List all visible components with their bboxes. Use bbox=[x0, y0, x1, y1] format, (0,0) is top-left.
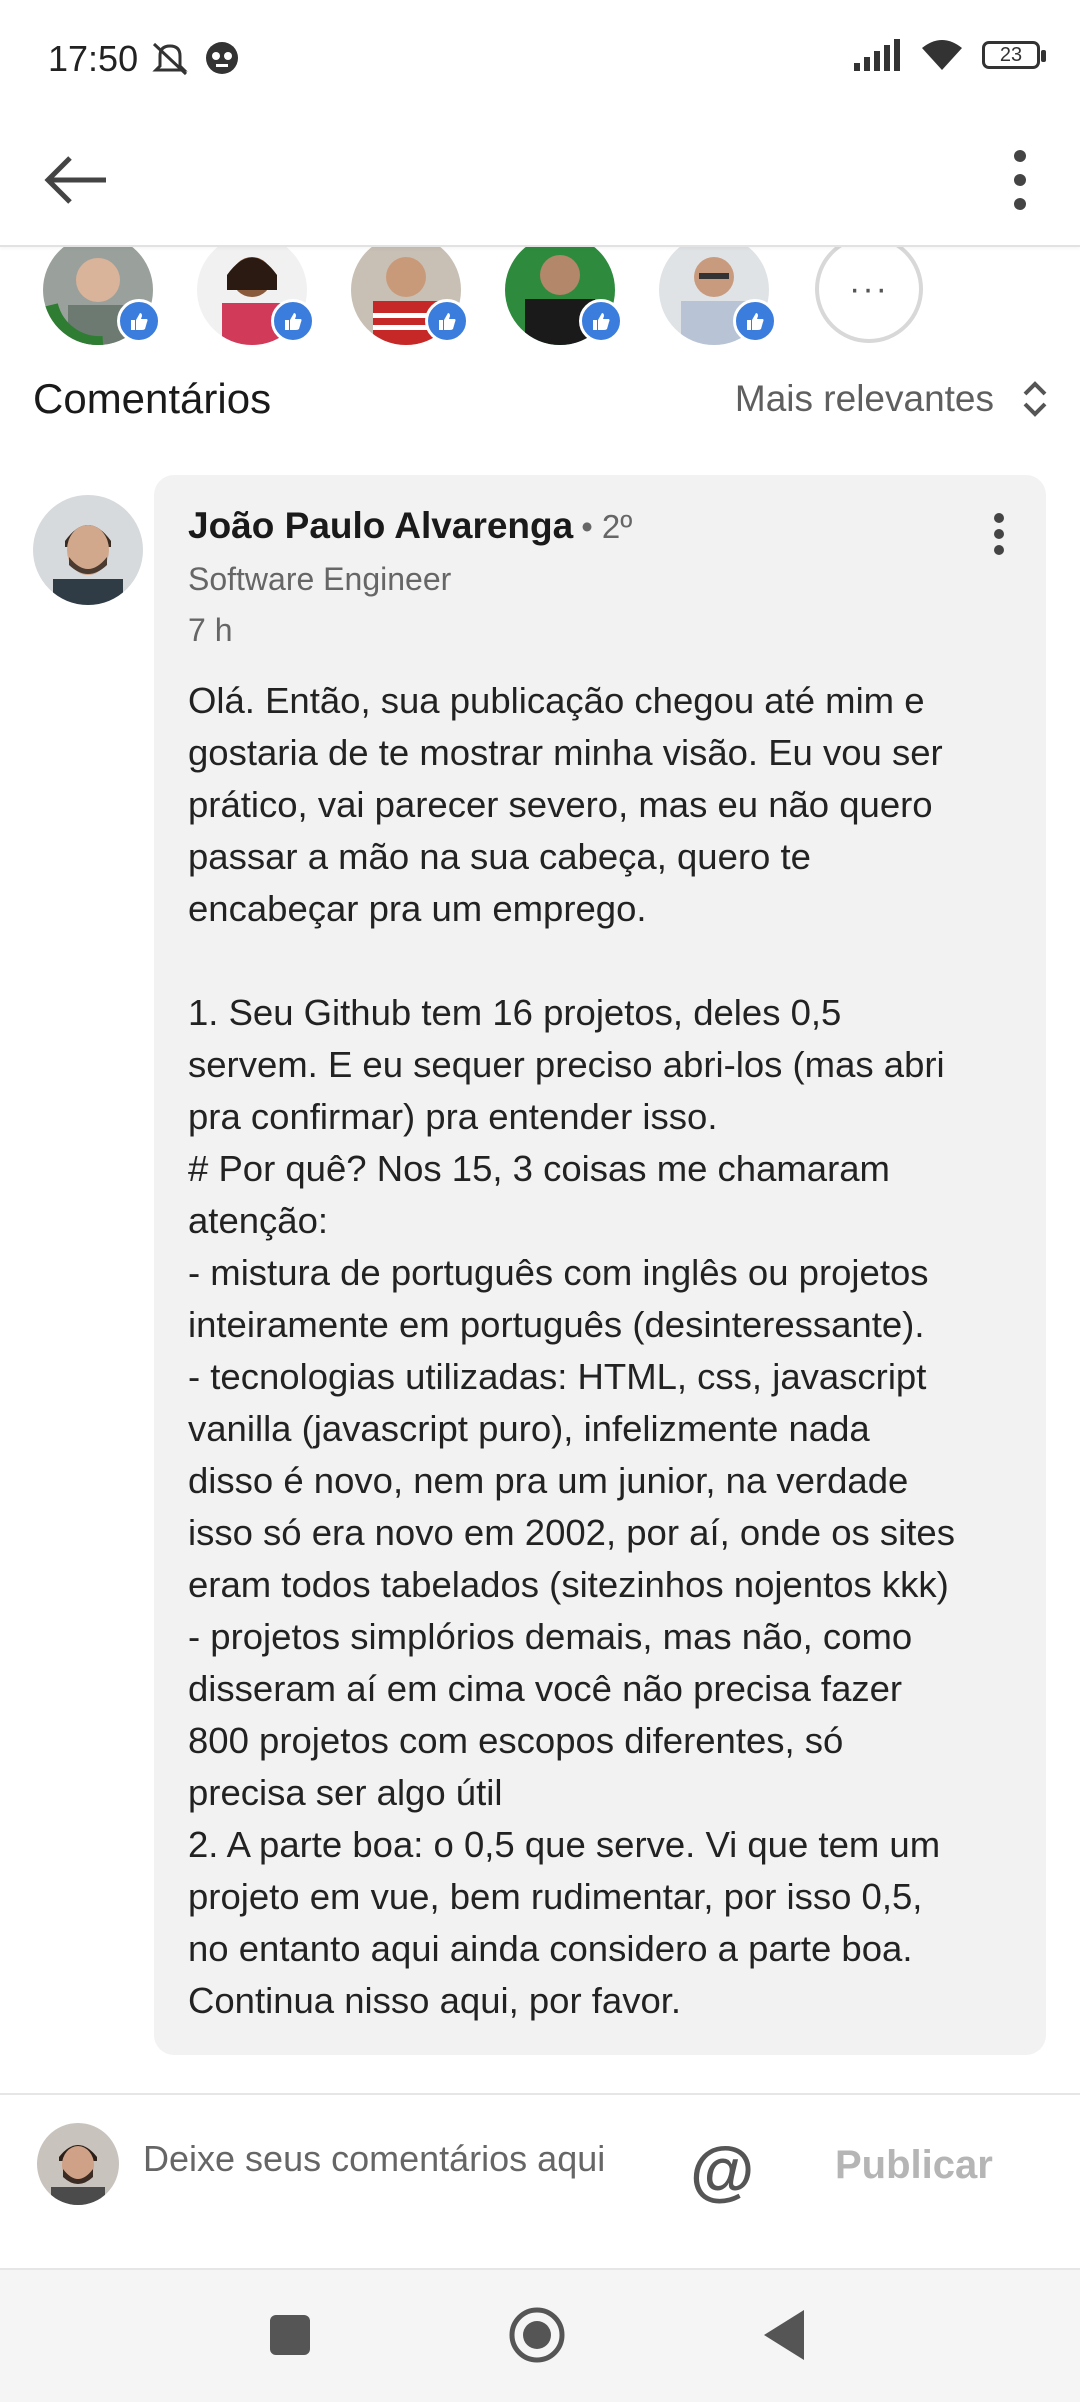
comment-input[interactable]: Deixe seus comentários aqui bbox=[143, 2136, 623, 2182]
comments-title: Comentários bbox=[33, 375, 272, 422]
reactor-avatar[interactable] bbox=[197, 245, 315, 345]
status-notification-icons bbox=[150, 40, 240, 76]
reactor-avatar[interactable] bbox=[659, 245, 777, 345]
more-reactors-button[interactable]: ··· bbox=[815, 245, 923, 343]
current-user-avatar bbox=[37, 2123, 119, 2205]
reactor-avatar[interactable] bbox=[505, 245, 623, 345]
status-system-icons: 23 bbox=[852, 38, 1046, 72]
reactions-avatar-row: ··· bbox=[0, 245, 1080, 345]
app-notification-icon bbox=[206, 42, 238, 74]
battery-level: 23 bbox=[999, 43, 1023, 66]
sort-dropdown[interactable]: Mais relevantes bbox=[735, 377, 1050, 421]
status-time: 17:50 bbox=[48, 38, 139, 79]
connection-degree: • 2º bbox=[581, 508, 633, 545]
recents-square-icon[interactable] bbox=[270, 2315, 310, 2355]
comment-author-avatar[interactable] bbox=[33, 495, 143, 605]
comment-author-line: João Paulo Alvarenga • 2º bbox=[188, 505, 1012, 547]
battery-icon: 23 bbox=[982, 41, 1046, 69]
reactor-avatar[interactable] bbox=[43, 245, 161, 345]
signal-icon bbox=[854, 39, 900, 71]
sort-label: Mais relevantes bbox=[734, 378, 994, 419]
more-reactors-label: ··· bbox=[849, 269, 889, 308]
comment-input-bar: Deixe seus comentários aqui @ Publicar bbox=[0, 2098, 1080, 2268]
reactor-avatar[interactable] bbox=[351, 245, 469, 345]
sort-toggle-icon bbox=[1023, 381, 1047, 417]
app-bar bbox=[0, 110, 1080, 247]
comment-timestamp: 7 h bbox=[188, 612, 233, 648]
comment-text: Olá. Então, sua publicação chegou até mi… bbox=[188, 680, 955, 2021]
system-navigation-bar bbox=[0, 2268, 1080, 2402]
like-badge-icon bbox=[579, 299, 623, 343]
like-badge-icon bbox=[425, 299, 469, 343]
like-badge-icon bbox=[733, 299, 777, 343]
comment-bubble: João Paulo Alvarenga • 2º Software Engin… bbox=[154, 475, 1046, 2055]
comment-more-options-icon[interactable] bbox=[984, 509, 1014, 559]
publish-button[interactable]: Publicar bbox=[835, 2143, 993, 2188]
more-options-icon[interactable] bbox=[990, 140, 1050, 220]
back-triangle-icon[interactable] bbox=[760, 2306, 808, 2364]
silent-bell-icon bbox=[152, 42, 188, 76]
comment-author-name[interactable]: João Paulo Alvarenga bbox=[188, 505, 573, 547]
mention-at-icon[interactable]: @ bbox=[690, 2132, 754, 2208]
like-badge-icon bbox=[117, 299, 161, 343]
divider bbox=[0, 2093, 1080, 2095]
like-badge-icon bbox=[271, 299, 315, 343]
comment-author-headline: Software Engineer bbox=[188, 561, 452, 597]
status-bar: 17:50 23 bbox=[0, 0, 1080, 110]
wifi-icon bbox=[922, 40, 962, 70]
back-arrow-icon[interactable] bbox=[38, 140, 118, 220]
home-circle-icon[interactable] bbox=[508, 2306, 566, 2364]
